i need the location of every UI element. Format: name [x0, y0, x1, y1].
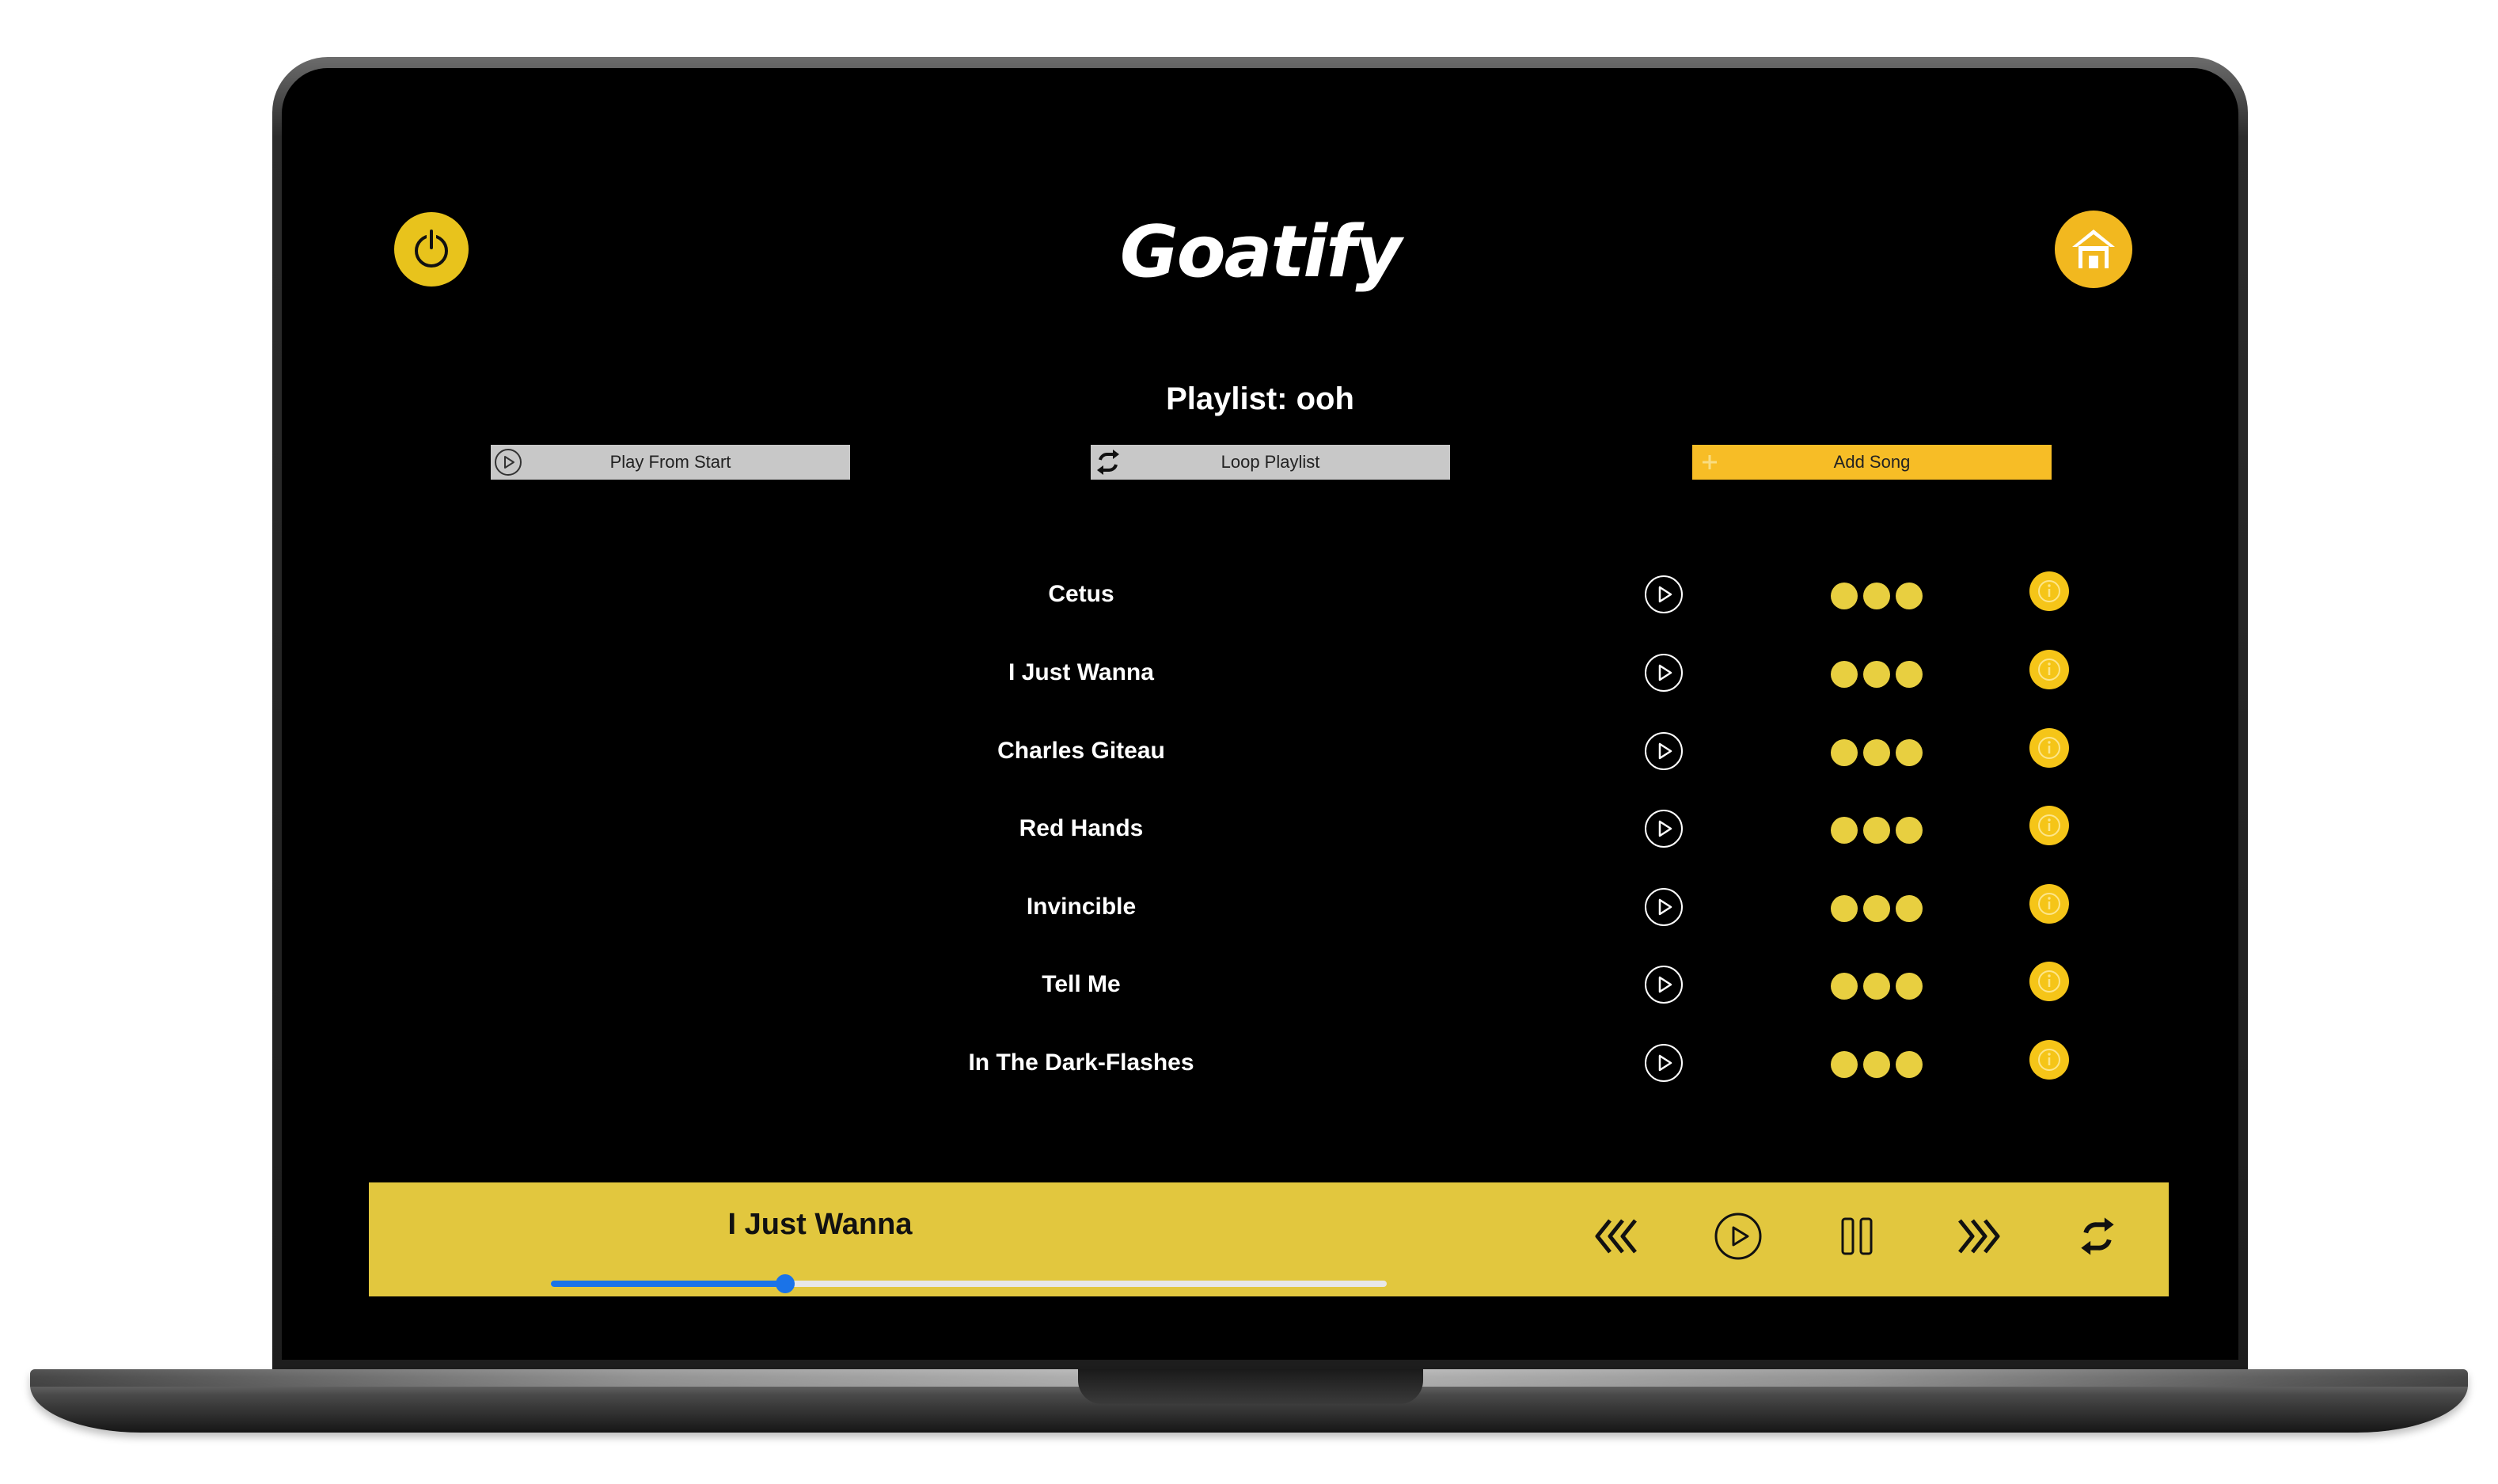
play-from-start-button[interactable]: Play From Start — [491, 445, 850, 480]
play-circle-icon[interactable] — [1644, 887, 1684, 927]
more-dots-icon[interactable] — [1831, 583, 1923, 609]
info-icon[interactable] — [2029, 806, 2069, 845]
play-icon — [1714, 1213, 1762, 1260]
now-playing-title: I Just Wanna — [727, 1208, 913, 1241]
play-circle-icon[interactable] — [1644, 731, 1684, 771]
song-row: Cetus — [282, 571, 2238, 619]
repeat-icon — [1091, 445, 1126, 480]
home-button[interactable] — [2055, 211, 2132, 288]
song-title[interactable]: Tell Me — [867, 971, 1295, 998]
song-row: Invincible — [282, 884, 2238, 932]
song-title[interactable]: Cetus — [867, 581, 1295, 608]
more-dots-icon[interactable] — [1831, 661, 1923, 688]
play-circle-icon[interactable] — [1644, 575, 1684, 614]
home-icon — [2072, 230, 2115, 268]
app-screen: Goatify Playlist: ooh Play From Start Lo… — [282, 68, 2238, 1360]
play-from-start-label: Play From Start — [609, 452, 731, 472]
repeat-icon — [2081, 1217, 2114, 1255]
info-icon[interactable] — [2029, 1040, 2069, 1080]
play-button[interactable] — [1711, 1209, 1765, 1263]
info-icon[interactable] — [2029, 962, 2069, 1001]
play-circle-icon — [491, 445, 526, 480]
info-icon[interactable] — [2029, 728, 2069, 768]
more-dots-icon[interactable] — [1831, 739, 1923, 766]
info-icon[interactable] — [2029, 884, 2069, 924]
add-song-label: Add Song — [1833, 452, 1911, 472]
pause-button[interactable] — [1830, 1209, 1884, 1263]
info-icon[interactable] — [2029, 650, 2069, 689]
progress-fill — [551, 1281, 785, 1287]
add-song-button[interactable]: Add Song — [1692, 445, 2052, 480]
song-title[interactable]: I Just Wanna — [867, 659, 1295, 686]
play-circle-icon[interactable] — [1644, 653, 1684, 693]
playlist-title: Playlist: ooh — [1166, 381, 1354, 416]
plus-icon — [1692, 445, 1727, 480]
more-dots-icon[interactable] — [1831, 973, 1923, 1000]
repeat-button[interactable] — [2071, 1209, 2124, 1263]
more-dots-icon[interactable] — [1831, 895, 1923, 922]
laptop-notch — [1078, 1369, 1423, 1404]
song-title[interactable]: Red Hands — [867, 815, 1295, 842]
play-circle-icon[interactable] — [1644, 1043, 1684, 1083]
progress-thumb[interactable] — [775, 1274, 795, 1293]
song-title[interactable]: Charles Giteau — [867, 738, 1295, 765]
rewind-button[interactable] — [1593, 1209, 1646, 1263]
song-title[interactable]: In The Dark-Flashes — [867, 1049, 1295, 1076]
song-row: Charles Giteau — [282, 728, 2238, 776]
song-row: Red Hands — [282, 806, 2238, 853]
rewind-icon — [1595, 1219, 1637, 1254]
loop-playlist-label: Loop Playlist — [1221, 452, 1320, 472]
fast-forward-button[interactable] — [1949, 1209, 2003, 1263]
more-dots-icon[interactable] — [1831, 817, 1923, 844]
song-row: In The Dark-Flashes — [282, 1040, 2238, 1087]
player-bar: I Just Wanna — [369, 1182, 2169, 1296]
song-row: I Just Wanna — [282, 650, 2238, 697]
progress-slider[interactable] — [551, 1274, 1387, 1293]
song-row: Tell Me — [282, 962, 2238, 1009]
fast-forward-icon — [1958, 1219, 2000, 1254]
more-dots-icon[interactable] — [1831, 1051, 1923, 1078]
song-title[interactable]: Invincible — [867, 894, 1295, 920]
info-icon[interactable] — [2029, 571, 2069, 611]
app-logo: Goatify — [1119, 211, 1402, 294]
play-circle-icon[interactable] — [1644, 965, 1684, 1004]
loop-playlist-button[interactable]: Loop Playlist — [1091, 445, 1450, 480]
play-circle-icon[interactable] — [1644, 809, 1684, 848]
pause-icon — [1841, 1217, 1873, 1255]
